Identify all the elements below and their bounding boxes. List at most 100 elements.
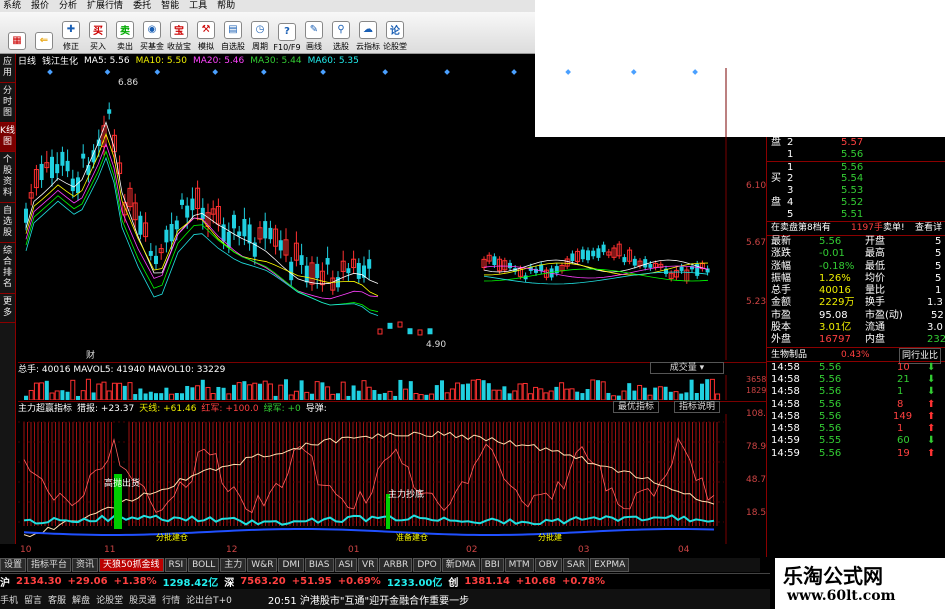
status-stock-link[interactable]: 股灵通 xyxy=(129,593,156,606)
candle-body xyxy=(268,227,273,240)
toolbar-btn-sim[interactable]: ⚒ 模拟 xyxy=(193,14,219,52)
status-t0[interactable]: 论出台T+0 xyxy=(186,593,232,606)
candle-body xyxy=(138,215,143,235)
signal-diamond xyxy=(565,69,571,75)
tab-asi[interactable]: ASI xyxy=(334,558,358,572)
tick-list[interactable]: 14:58 5.56 10 ⬇ 14:58 5.56 21 ⬇ 14:58 5.56 1 ⬇ 14… xyxy=(767,360,945,460)
volume-stats: 总手: 40016 MAVOL5: 41940 MAVOL10: 33229 xyxy=(18,365,226,375)
toolbar-btn-buy[interactable]: 买买入 xyxy=(85,14,111,52)
toolbar-btn-forum[interactable]: 论论股堂 xyxy=(382,14,408,52)
toolbar-btn-fix[interactable]: ✚ 修正 xyxy=(58,14,84,52)
toolbar-btn-cloud[interactable]: ☁ 云指标 xyxy=(355,14,381,52)
volume-chart: 36581 18291 xyxy=(18,375,771,401)
status-forum[interactable]: 论股堂 xyxy=(96,593,123,606)
volume-bar xyxy=(596,380,600,400)
candle-body xyxy=(367,259,372,269)
status-service[interactable]: 客服 xyxy=(48,593,66,606)
toolbar-btn-draw[interactable]: ✎ 画线 xyxy=(301,14,327,52)
status-mobile[interactable]: 手机 xyxy=(0,593,18,606)
finance-marker[interactable]: 财 xyxy=(86,348,95,361)
tab-expma[interactable]: EXPMA xyxy=(590,558,630,572)
best-indicator-button[interactable]: 最优指标 xyxy=(613,401,660,413)
volume-bar xyxy=(673,391,679,401)
sector-name[interactable]: 生物制品 xyxy=(771,348,807,362)
menu-ext-quote[interactable]: 扩展行情 xyxy=(87,0,123,12)
indicator-help-button[interactable]: 指标说明 xyxy=(674,401,721,413)
tab-obv[interactable]: OBV xyxy=(534,558,562,572)
kline-chart[interactable]: 6.86 4.90 6.10 5.67 5.23 财 xyxy=(18,68,766,361)
candle-body xyxy=(76,177,80,194)
menu-system[interactable]: 系统 xyxy=(3,0,21,12)
status-analysis[interactable]: 解盘 xyxy=(72,593,90,606)
menu-analysis[interactable]: 分析 xyxy=(59,0,77,12)
candle-body xyxy=(356,263,361,279)
tab-boll[interactable]: BOLL xyxy=(188,558,220,572)
volume-bar xyxy=(138,388,143,400)
tab-intraday[interactable]: 分时图 xyxy=(0,83,15,123)
tab-ranking[interactable]: 综合排名 xyxy=(0,243,15,294)
tab-profile[interactable]: 个股资料 xyxy=(0,152,15,203)
menu-quote[interactable]: 报价 xyxy=(31,0,49,12)
watermark-url: www.60lt.com xyxy=(787,588,896,604)
toolbar-btn-select[interactable]: ⚲ 选股 xyxy=(328,14,354,52)
signal-diamond xyxy=(320,69,326,75)
volume-bar xyxy=(24,395,28,400)
volume-selector[interactable]: 成交量 ▾ xyxy=(650,362,724,374)
tab-apps[interactable]: 应用 xyxy=(0,54,15,83)
toolbar-btn-sell[interactable]: 卖卖出 xyxy=(112,14,138,52)
sh-index-value: 2134.30 xyxy=(16,576,62,587)
arrow-down-icon: ⬇ xyxy=(927,373,936,385)
tab-dmi[interactable]: DMI xyxy=(278,558,304,572)
toolbar-btn-watchlist[interactable]: ▤ 自选股 xyxy=(220,14,246,52)
signal-diamond xyxy=(382,69,389,75)
toolbar-btn-color[interactable]: ▦ xyxy=(4,14,30,52)
toolbar-btn-fund[interactable]: ◉ 买基金 xyxy=(139,14,165,52)
tab-wr[interactable]: W&R xyxy=(247,558,278,572)
tab-kline[interactable]: K线图 xyxy=(0,123,15,152)
tab-dpo[interactable]: DPO xyxy=(413,558,441,572)
volume-bar xyxy=(127,382,133,401)
date-tick: 03 xyxy=(578,545,590,555)
tab-news[interactable]: 资讯 xyxy=(72,558,99,572)
tab-rsi[interactable]: RSI xyxy=(164,558,188,572)
tab-vr[interactable]: VR xyxy=(358,558,379,572)
menu-order[interactable]: 委托 xyxy=(133,0,151,12)
candle-body xyxy=(70,178,75,192)
buy-row: 盘 4 5.52 xyxy=(771,197,864,208)
tab-sar[interactable]: SAR xyxy=(562,558,590,572)
tab-settings[interactable]: 设置 xyxy=(0,558,27,572)
menu-help[interactable]: 帮助 xyxy=(217,0,235,12)
news-ticker[interactable]: 20:51 沪港股市"互通"迎开金融合作重要一步 xyxy=(268,592,469,607)
tab-watchlist[interactable]: 自选股 xyxy=(0,203,15,243)
tab-tianlang[interactable]: 天狼50抓金线 xyxy=(99,558,164,572)
toolbar-btn-treasure[interactable]: 宝收益宝 xyxy=(166,14,192,52)
toolbar-btn-period[interactable]: ◷ 周期 xyxy=(247,14,273,52)
big-order-notice[interactable]: 在卖盘第8档有 1197手 卖单! 查看详 xyxy=(767,221,945,235)
tab-bias[interactable]: BIAS xyxy=(304,558,334,572)
sh-index-name[interactable]: 沪 xyxy=(0,574,10,589)
menu-smart[interactable]: 智能 xyxy=(161,0,179,12)
sh-index-amount: 1298.42亿 xyxy=(162,578,219,589)
status-quote[interactable]: 行情 xyxy=(162,593,180,606)
menu-tools[interactable]: 工具 xyxy=(189,0,207,12)
tab-arbr[interactable]: ARBR xyxy=(379,558,413,572)
toolbar-btn-back[interactable]: ⇐ xyxy=(31,14,57,52)
volume-bar xyxy=(637,384,643,401)
tab-bbi[interactable]: BBI xyxy=(480,558,504,572)
volume-bar xyxy=(606,392,611,400)
tab-more[interactable]: 更多 xyxy=(0,294,15,323)
tab-mtm[interactable]: MTM xyxy=(504,558,534,572)
volume-bar xyxy=(325,386,331,401)
tab-indicator-platform[interactable]: 指标平台 xyxy=(27,558,72,572)
sector-row: 生物制品 0.43% 同行业比 xyxy=(767,346,945,364)
tab-main-force[interactable]: 主力 xyxy=(220,558,247,572)
toolbar-btn-f10[interactable]: ? F10/F9 xyxy=(273,14,301,52)
status-message[interactable]: 留言 xyxy=(24,593,42,606)
sz-index-name[interactable]: 深 xyxy=(224,574,234,589)
indicator-line-4: 绿军: +0 xyxy=(263,404,301,414)
tab-new-dma[interactable]: 新DMA xyxy=(441,558,480,572)
signal-diamond xyxy=(444,69,450,75)
period-label[interactable]: 日线 xyxy=(18,54,36,67)
cy-index-name[interactable]: 创 xyxy=(448,574,458,589)
volume-bar xyxy=(143,393,148,400)
